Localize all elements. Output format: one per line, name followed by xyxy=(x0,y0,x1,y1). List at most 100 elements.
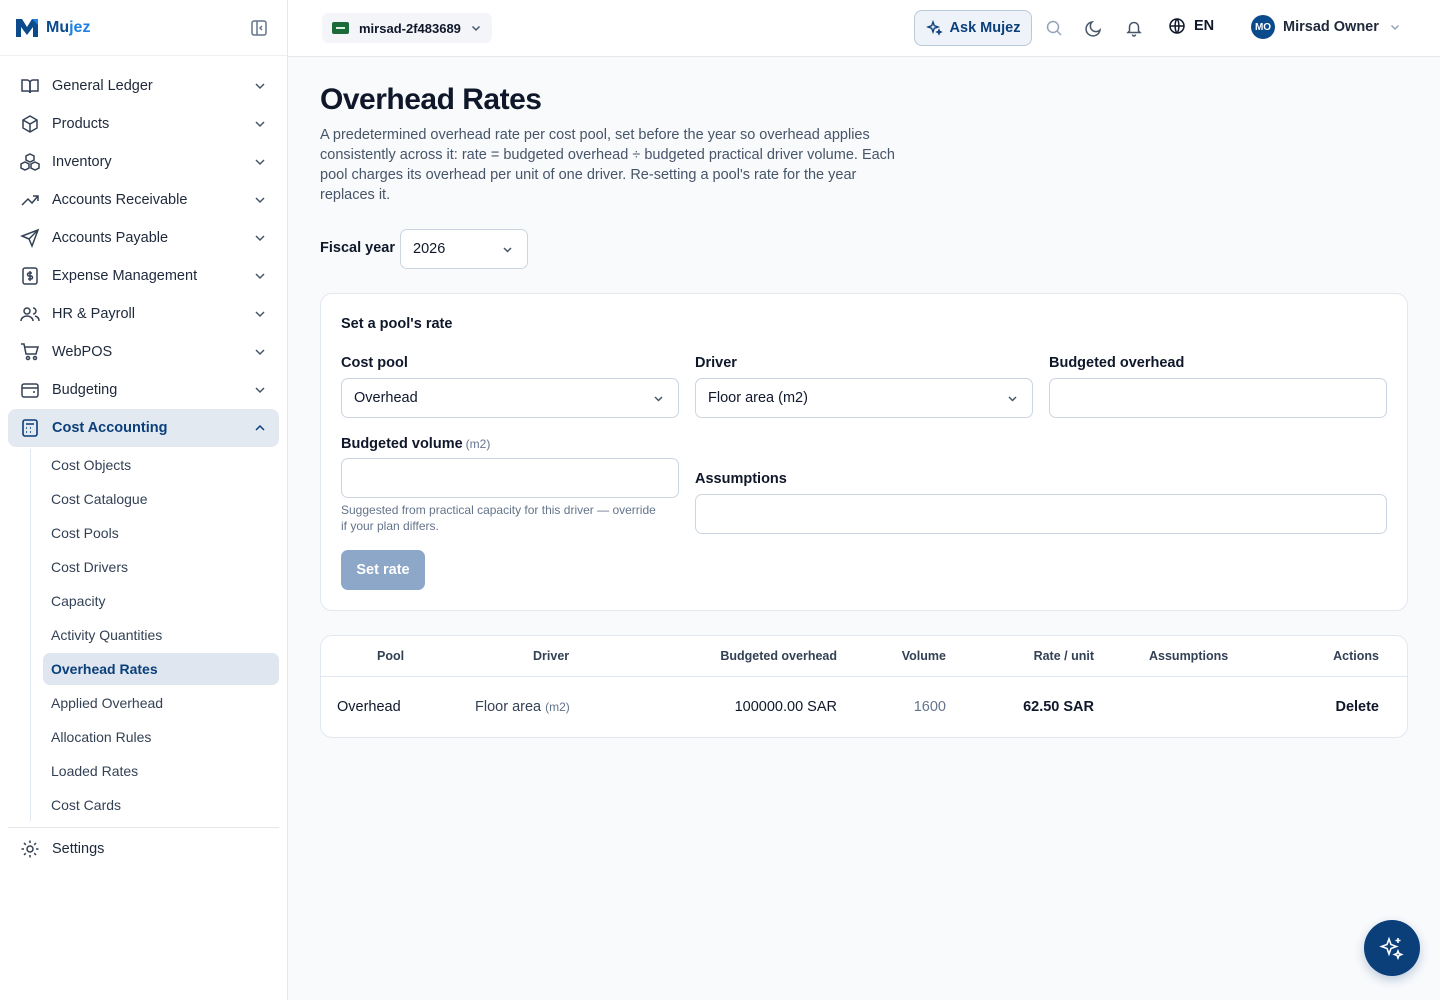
user-menu[interactable]: MO Mirsad Owner xyxy=(1251,15,1401,39)
sidebar-item-products[interactable]: Products xyxy=(8,105,279,143)
fiscal-year-label: Fiscal year xyxy=(320,240,395,256)
sidebar-item-accounts-payable[interactable]: Accounts Payable xyxy=(8,219,279,257)
budgeted-volume-unit: (m2) xyxy=(465,437,491,451)
topbar: mirsad-2f483689 Ask Mujez EN MO Mirsad O… xyxy=(288,0,1440,57)
chevron-down-icon xyxy=(255,159,265,166)
table-header-divider xyxy=(321,676,1407,677)
subnav-allocation-rules[interactable]: Allocation Rules xyxy=(43,721,279,753)
column-header-actions: Actions xyxy=(1333,649,1379,663)
brand-name: Mujez xyxy=(46,18,91,36)
chevron-down-icon xyxy=(255,387,265,394)
sidebar-item-label: Budgeting xyxy=(52,382,118,398)
assumptions-input[interactable] xyxy=(695,494,1387,534)
sidebar-item-hr-payroll[interactable]: HR & Payroll xyxy=(8,295,279,333)
sidebar-collapse-icon[interactable] xyxy=(250,19,268,37)
driver-select[interactable]: Floor area (m2) xyxy=(695,378,1033,418)
chevron-down-icon xyxy=(255,273,265,280)
subnav-applied-overhead[interactable]: Applied Overhead xyxy=(43,687,279,719)
overhead-rates-table: Pool Driver Budgeted overhead Volume Rat… xyxy=(320,635,1408,738)
sparkles-icon xyxy=(1379,936,1404,961)
subnav-cost-pools[interactable]: Cost Pools xyxy=(43,517,279,549)
budgeted-volume-input[interactable] xyxy=(341,458,679,498)
fiscal-year-select[interactable]: 2026 xyxy=(400,229,528,269)
chevron-down-icon xyxy=(255,121,265,128)
subnav-cost-cards[interactable]: Cost Cards xyxy=(43,789,279,821)
driver-value: Floor area (m2) xyxy=(708,390,808,406)
ai-assistant-fab[interactable] xyxy=(1364,920,1420,976)
column-header-budgeted-overhead: Budgeted overhead xyxy=(720,649,837,663)
delete-button[interactable]: Delete xyxy=(1335,699,1379,715)
chevron-down-icon xyxy=(654,396,663,402)
wallet-icon xyxy=(20,380,40,400)
subnav-cost-drivers[interactable]: Cost Drivers xyxy=(43,551,279,583)
sidebar-item-cost-accounting[interactable]: Cost Accounting xyxy=(8,409,279,447)
cell-driver: Floor area (m2) xyxy=(475,699,570,715)
sidebar-item-expense-management[interactable]: Expense Management xyxy=(8,257,279,295)
sidebar-divider xyxy=(8,827,279,828)
cell-driver-unit: (m2) xyxy=(545,700,570,714)
chevron-down-icon xyxy=(255,197,265,204)
brand[interactable]: Mujez xyxy=(0,0,287,56)
user-name: Mirsad Owner xyxy=(1283,19,1379,35)
cost-pool-value: Overhead xyxy=(354,390,418,406)
subnav-overhead-rates[interactable]: Overhead Rates xyxy=(43,653,279,685)
sidebar-item-label: Inventory xyxy=(52,154,112,170)
column-header-rate: Rate / unit xyxy=(1033,649,1094,663)
cost-pool-select[interactable]: Overhead xyxy=(341,378,679,418)
search-icon[interactable] xyxy=(1045,19,1063,37)
ask-mujez-label: Ask Mujez xyxy=(949,20,1021,36)
sidebar-item-settings[interactable]: Settings xyxy=(8,830,279,868)
sidebar-item-budgeting[interactable]: Budgeting xyxy=(8,371,279,409)
subnav-activity-quantities[interactable]: Activity Quantities xyxy=(43,619,279,651)
receipt-icon xyxy=(20,266,40,286)
sidebar-item-inventory[interactable]: Inventory xyxy=(8,143,279,181)
users-icon xyxy=(20,304,40,324)
page-title: Overhead Rates xyxy=(320,83,542,116)
sidebar-item-label: Cost Accounting xyxy=(52,420,168,436)
cell-driver-name: Floor area xyxy=(475,699,542,715)
chevron-down-icon xyxy=(1008,396,1017,402)
sidebar-item-label: Products xyxy=(52,116,110,132)
language-switcher[interactable]: EN xyxy=(1168,17,1214,35)
sidebar-item-label: HR & Payroll xyxy=(52,306,135,322)
chevron-down-icon xyxy=(255,311,265,318)
subnav-capacity[interactable]: Capacity xyxy=(43,585,279,617)
subnav-loaded-rates[interactable]: Loaded Rates xyxy=(43,755,279,787)
org-switcher[interactable]: mirsad-2f483689 xyxy=(322,13,492,43)
sidebar: Mujez General Ledger Products Inventory … xyxy=(0,0,288,1000)
budgeted-volume-label: Budgeted volume (m2) xyxy=(341,436,490,452)
send-icon xyxy=(20,228,40,248)
page-description: A predetermined overhead rate per cost p… xyxy=(320,127,895,203)
cell-budgeted-overhead: 100000.00 SAR xyxy=(734,699,837,715)
bell-icon[interactable] xyxy=(1125,19,1143,37)
set-rate-button[interactable]: Set rate xyxy=(341,550,425,590)
column-header-driver: Driver xyxy=(533,649,570,663)
ask-mujez-button[interactable]: Ask Mujez xyxy=(914,10,1032,46)
book-open-icon xyxy=(20,76,40,96)
calculator-icon xyxy=(20,418,40,438)
cell-rate: 62.50 SAR xyxy=(1023,699,1094,715)
cell-volume: 1600 xyxy=(913,699,946,715)
sidebar-item-webpos[interactable]: WebPOS xyxy=(8,333,279,371)
language-label: EN xyxy=(1194,18,1215,34)
chevron-up-icon xyxy=(255,424,265,431)
driver-label: Driver xyxy=(695,355,737,371)
budgeted-volume-label-text: Budgeted volume xyxy=(341,436,463,452)
globe-icon xyxy=(1169,18,1185,34)
form-title: Set a pool's rate xyxy=(341,316,453,332)
gear-icon xyxy=(20,839,40,859)
chevron-down-icon xyxy=(503,247,512,253)
subnav-cost-catalogue[interactable]: Cost Catalogue xyxy=(43,483,279,515)
subnav-cost-objects[interactable]: Cost Objects xyxy=(43,449,279,481)
sidebar-item-label: Settings xyxy=(52,841,105,857)
sidebar-item-accounts-receivable[interactable]: Accounts Receivable xyxy=(8,181,279,219)
budgeted-overhead-input[interactable] xyxy=(1049,378,1387,418)
sidebar-item-general-ledger[interactable]: General Ledger xyxy=(8,67,279,105)
sparkles-icon xyxy=(925,19,943,36)
chevron-down-icon xyxy=(255,235,265,242)
mujez-logo-icon xyxy=(16,18,38,37)
chevron-down-icon xyxy=(255,83,265,90)
moon-icon[interactable] xyxy=(1085,19,1103,37)
sidebar-item-label: WebPOS xyxy=(52,344,113,360)
chevron-down-icon xyxy=(255,349,265,356)
